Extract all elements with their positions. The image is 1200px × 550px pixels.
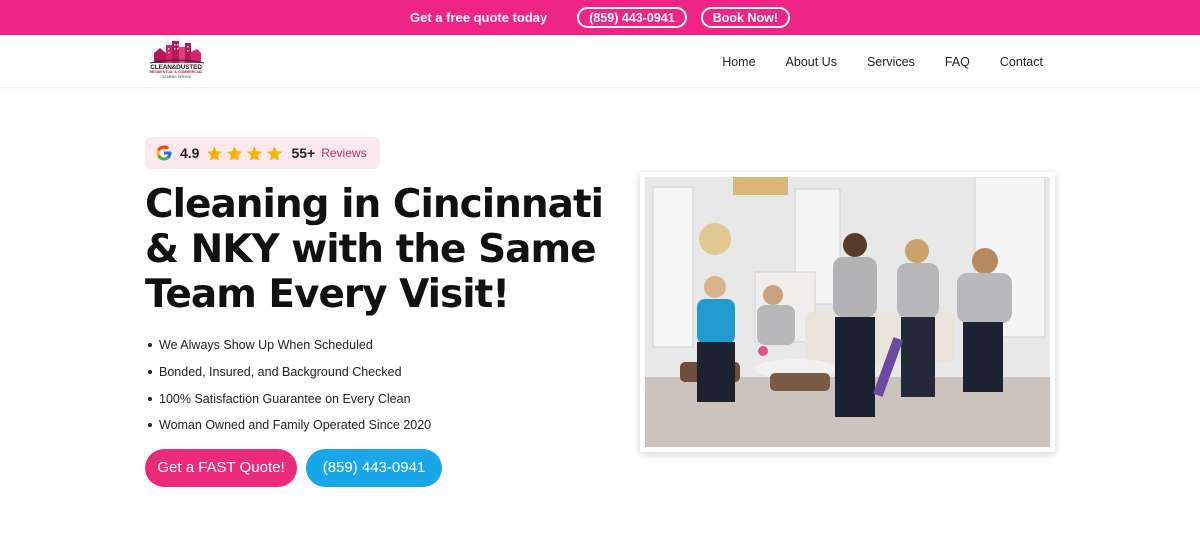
nav-home[interactable]: Home xyxy=(722,55,755,69)
google-reviews-badge[interactable]: 4.9 55+ Reviews xyxy=(145,137,380,169)
star-rating xyxy=(206,145,286,162)
company-logo[interactable]: CLEAN&DUSTED RESIDENTIAL & COMMERCIAL CL… xyxy=(146,39,206,83)
promo-text: Get a free quote today xyxy=(409,10,548,25)
star-icon xyxy=(227,145,243,161)
call-phone-button[interactable]: (859) 443-0941 xyxy=(306,449,442,487)
benefit-text: We Always Show Up When Scheduled xyxy=(159,338,373,353)
star-icon xyxy=(207,145,223,161)
benefit-item: We Always Show Up When Scheduled xyxy=(148,332,431,359)
bullet-icon xyxy=(148,396,152,401)
benefit-item: Woman Owned and Family Operated Since 20… xyxy=(148,412,431,439)
star-icon xyxy=(267,145,283,161)
nav-services[interactable]: Services xyxy=(867,55,915,69)
logo-subtagline: CLEANING SERVICE xyxy=(160,75,192,79)
top-promo-bar: Get a free quote today (859) 443-0941 Bo… xyxy=(0,0,1200,35)
benefit-text: Bonded, Insured, and Background Checked xyxy=(159,365,402,380)
hero-headline: Cleaning in Cincinnati & NKY with the Sa… xyxy=(145,182,604,317)
review-count: 55+ xyxy=(291,145,316,161)
main-nav: Home About Us Services FAQ Contact xyxy=(692,35,1043,88)
benefit-list: We Always Show Up When Scheduled Bonded,… xyxy=(148,332,431,439)
google-g-icon xyxy=(156,145,172,161)
benefit-item: Bonded, Insured, and Background Checked xyxy=(148,359,431,386)
reviews-label: Reviews xyxy=(321,146,367,160)
star-icon xyxy=(247,145,263,161)
logo-tagline: RESIDENTIAL & COMMERCIAL xyxy=(149,70,203,74)
nav-about-us[interactable]: About Us xyxy=(786,55,837,69)
bullet-icon xyxy=(148,423,152,428)
bullet-icon xyxy=(148,370,152,375)
site-header: CLEAN&DUSTED RESIDENTIAL & COMMERCIAL CL… xyxy=(0,35,1200,88)
topbar-phone-button[interactable]: (859) 443-0941 xyxy=(577,7,687,28)
benefit-item: 100% Satisfaction Guarantee on Every Cle… xyxy=(148,385,431,412)
book-now-button[interactable]: Book Now! xyxy=(700,7,790,28)
benefit-text: Woman Owned and Family Operated Since 20… xyxy=(159,418,432,433)
nav-faq[interactable]: FAQ xyxy=(945,55,970,69)
nav-contact[interactable]: Contact xyxy=(1000,55,1043,69)
bullet-icon xyxy=(148,343,152,348)
cleaning-team-photo xyxy=(645,177,1050,447)
hero-photo-frame xyxy=(640,172,1055,452)
benefit-text: 100% Satisfaction Guarantee on Every Cle… xyxy=(159,391,411,406)
review-rating: 4.9 xyxy=(180,145,200,161)
get-quote-button[interactable]: Get a FAST Quote! xyxy=(145,449,297,487)
logo-buildings-icon xyxy=(149,41,205,64)
